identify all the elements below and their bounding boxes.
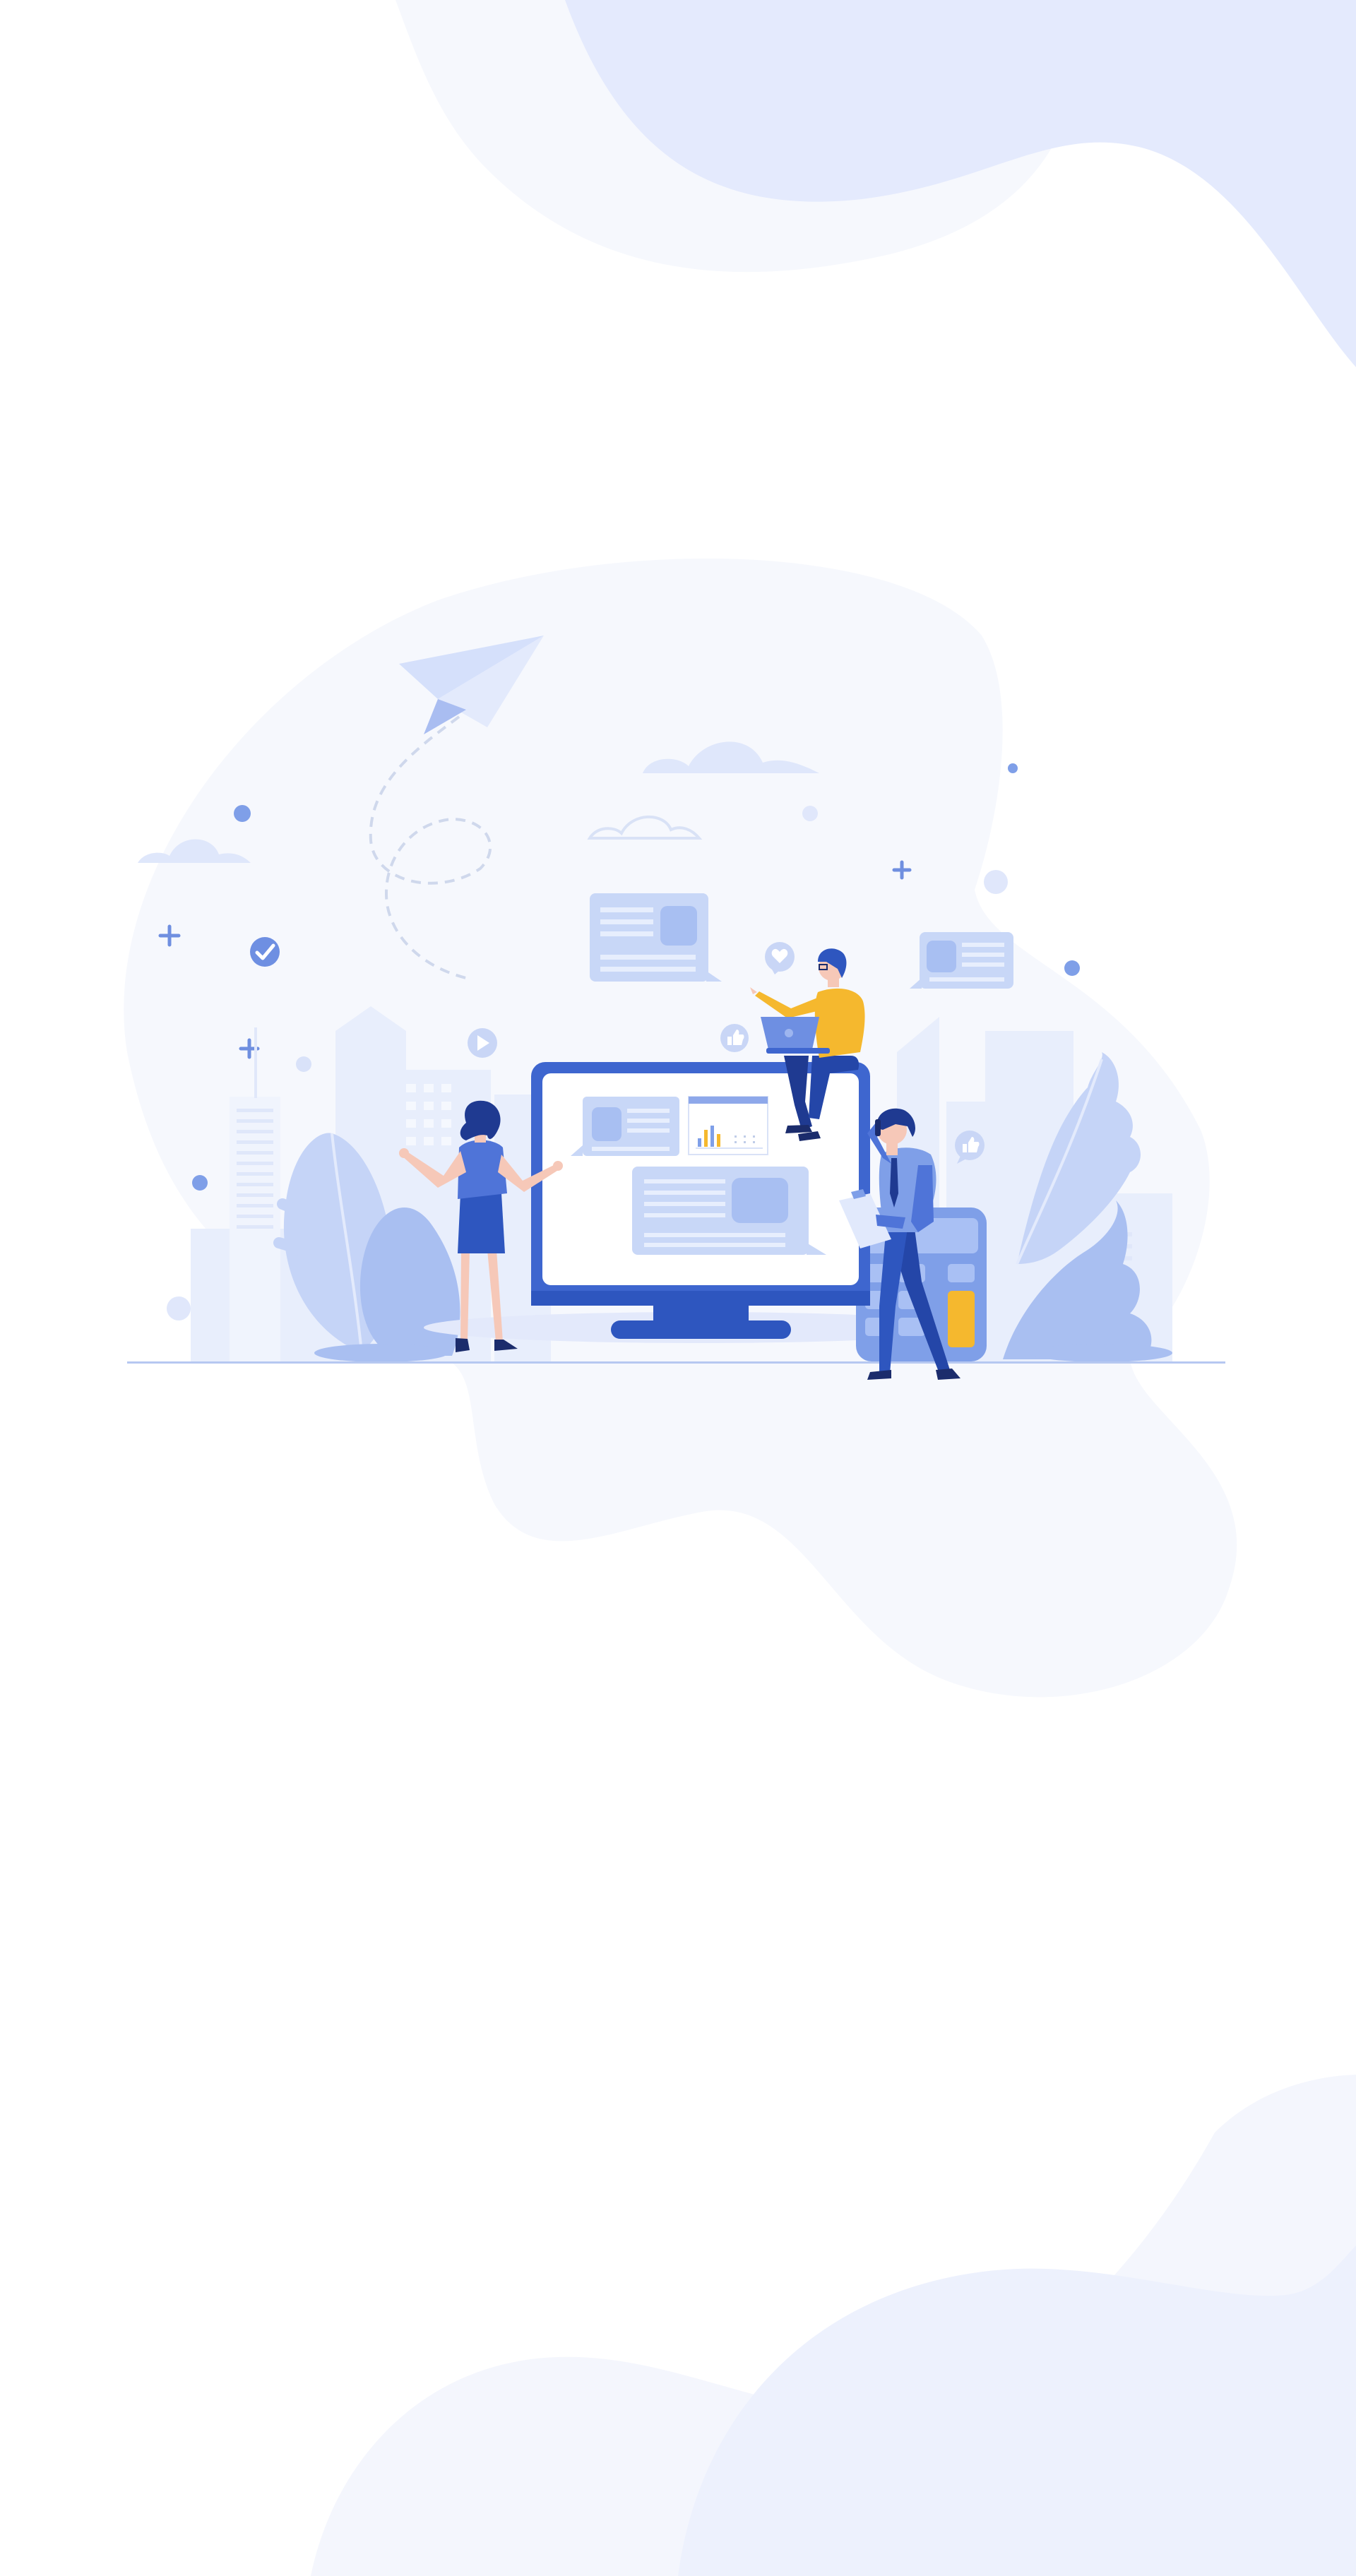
chat-bubble [590, 893, 722, 982]
thumbs-up-icon [720, 1024, 749, 1052]
bar-chart-icon [688, 1096, 768, 1155]
check-icon [250, 937, 280, 967]
play-icon [468, 1028, 497, 1058]
illustration-canvas [124, 0, 1356, 2576]
splash-illustration-page [0, 0, 1356, 2576]
chat-bubble [910, 932, 1013, 989]
